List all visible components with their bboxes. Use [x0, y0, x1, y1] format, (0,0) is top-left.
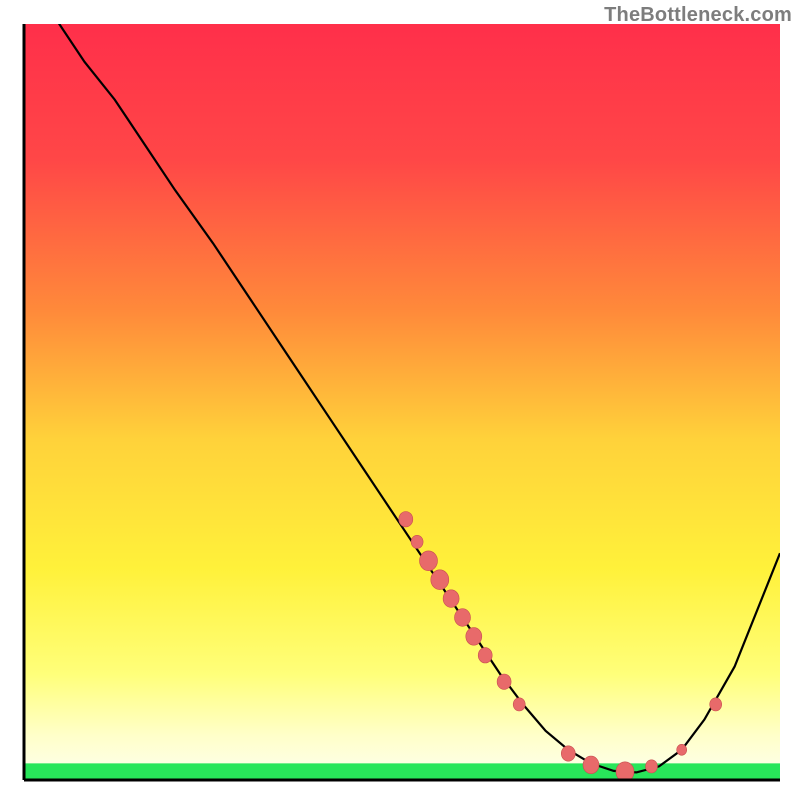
data-marker	[455, 609, 471, 627]
data-marker	[420, 551, 438, 571]
data-marker	[466, 628, 482, 646]
data-marker	[710, 698, 722, 711]
data-marker	[443, 590, 459, 608]
watermark-text: TheBottleneck.com	[604, 4, 792, 27]
data-marker	[497, 674, 511, 689]
data-marker	[646, 760, 658, 773]
data-marker	[583, 756, 599, 774]
data-marker	[399, 512, 413, 527]
green-band	[24, 763, 780, 780]
data-marker	[561, 746, 575, 761]
chart-stage: TheBottleneck.com	[0, 0, 800, 800]
data-marker	[677, 744, 687, 755]
data-marker	[411, 535, 423, 548]
data-marker	[513, 698, 525, 711]
chart-svg	[0, 0, 800, 800]
data-marker	[431, 570, 449, 590]
gradient-background	[24, 24, 780, 780]
data-marker	[478, 648, 492, 663]
